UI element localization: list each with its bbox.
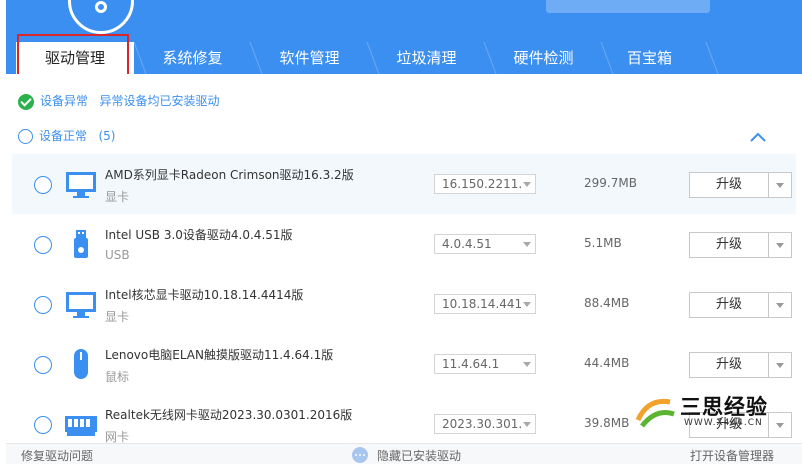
tab-system-repair[interactable]: 系统修复 xyxy=(134,42,251,74)
watermark: 三思经验 WWW.X444.CN xyxy=(634,388,784,436)
version-select[interactable]: 11.4.64.1 xyxy=(434,354,536,374)
driver-name: Intel核芯显卡驱动10.18.14.4414版 xyxy=(105,288,304,302)
chevron-down-icon xyxy=(523,362,531,367)
network-card-icon xyxy=(65,416,97,436)
row-radio[interactable] xyxy=(34,416,52,434)
chevron-down-icon[interactable] xyxy=(776,363,784,368)
chevron-down-icon xyxy=(523,302,531,307)
driver-row: Lenovo电脑ELAN触摸版驱动11.4.64.1版 鼠标 11.4.64.1… xyxy=(12,334,796,394)
normal-label: 设备正常 xyxy=(39,129,88,143)
fix-driver-link[interactable]: 修复驱动问题 xyxy=(21,447,93,464)
footer-bar: 修复驱动问题 隐藏已安装驱动 打开设备管理器 xyxy=(6,443,802,464)
more-icon[interactable] xyxy=(352,447,368,463)
row-radio[interactable] xyxy=(34,176,52,194)
version-value: 11.4.64.1 xyxy=(442,357,500,371)
open-device-manager-link[interactable]: 打开设备管理器 xyxy=(690,447,774,464)
driver-name: Intel USB 3.0设备驱动4.0.4.51版 xyxy=(105,228,293,242)
chevron-down-icon xyxy=(523,182,531,187)
driver-size: 44.4MB xyxy=(584,356,630,370)
driver-name: Realtek无线网卡驱动2023.30.0301.2016版 xyxy=(105,408,353,422)
chevron-down-icon[interactable] xyxy=(776,243,784,248)
upgrade-label: 升级 xyxy=(715,297,742,312)
monitor-icon xyxy=(66,172,96,198)
select-all-radio[interactable] xyxy=(18,129,33,144)
driver-size: 299.7MB xyxy=(584,176,637,190)
watermark-text: 三思经验 xyxy=(680,395,768,419)
upgrade-label: 升级 xyxy=(715,177,742,192)
device-type: 显卡 xyxy=(105,190,130,204)
upgrade-button[interactable]: 升级 xyxy=(689,232,792,258)
chevron-down-icon[interactable] xyxy=(776,303,784,308)
abnormal-message: 异常设备均已安装驱动 xyxy=(99,94,220,108)
watermark-subtext: WWW.X444.CN xyxy=(684,418,763,428)
abnormal-label: 设备异常 xyxy=(40,94,89,108)
device-type: 网卡 xyxy=(105,430,130,443)
upgrade-label: 升级 xyxy=(715,237,742,252)
version-value: 4.0.4.51 xyxy=(442,237,492,251)
usb-icon xyxy=(74,230,88,258)
row-radio[interactable] xyxy=(34,296,52,314)
abnormal-section: 设备异常 异常设备均已安装驱动 xyxy=(18,91,219,111)
chevron-down-icon xyxy=(523,422,531,427)
hide-installed-link[interactable]: 隐藏已安装驱动 xyxy=(377,447,461,464)
driver-row: Intel核芯显卡驱动10.18.14.4414版 显卡 10.18.14.44… xyxy=(12,274,796,334)
driver-size: 39.8MB xyxy=(584,416,630,430)
upgrade-button[interactable]: 升级 xyxy=(689,292,792,318)
mouse-icon xyxy=(74,349,88,379)
driver-name: Lenovo电脑ELAN触摸版驱动11.4.64.1版 xyxy=(105,348,334,362)
device-type: 显卡 xyxy=(105,310,130,324)
version-value: 10.18.14.441 xyxy=(442,297,523,311)
check-icon xyxy=(18,93,34,110)
tab-junk-cleanup[interactable]: 垃圾清理 xyxy=(368,42,485,74)
chevron-down-icon xyxy=(523,242,531,247)
device-type: USB xyxy=(105,248,130,262)
tab-hardware-detection[interactable]: 硬件检测 xyxy=(485,42,602,74)
version-select[interactable]: 16.150.2211. xyxy=(434,174,536,194)
upgrade-button[interactable]: 升级 xyxy=(689,352,792,378)
version-value: 2023.30.301. xyxy=(442,417,523,431)
upgrade-label: 升级 xyxy=(715,357,742,372)
normal-count: (5) xyxy=(98,129,116,143)
row-radio[interactable] xyxy=(34,236,52,254)
watermark-logo xyxy=(635,398,675,428)
driver-row: AMD系列显卡Radeon Crimson驱动16.3.2版 显卡 16.150… xyxy=(12,154,796,214)
top-action-button[interactable] xyxy=(546,0,710,13)
monitor-icon xyxy=(66,292,96,318)
device-type: 鼠标 xyxy=(105,370,130,384)
driver-name: AMD系列显卡Radeon Crimson驱动16.3.2版 xyxy=(105,168,354,182)
version-value: 16.150.2211. xyxy=(442,177,523,191)
version-select[interactable]: 10.18.14.441 xyxy=(434,294,536,314)
version-select[interactable]: 4.0.4.51 xyxy=(434,234,536,254)
tab-toolbox[interactable]: 百宝箱 xyxy=(602,42,697,74)
row-radio[interactable] xyxy=(34,356,52,374)
driver-size: 5.1MB xyxy=(584,236,622,250)
chevron-down-icon[interactable] xyxy=(776,183,784,188)
upgrade-button[interactable]: 升级 xyxy=(689,172,792,198)
driver-size: 88.4MB xyxy=(584,296,630,310)
version-select[interactable]: 2023.30.301. xyxy=(434,414,536,434)
chevron-up-icon[interactable] xyxy=(750,132,766,142)
normal-section[interactable]: 设备正常 (5) xyxy=(18,126,115,146)
tab-software-management[interactable]: 软件管理 xyxy=(251,42,368,74)
app-logo xyxy=(68,0,134,34)
driver-row: Intel USB 3.0设备驱动4.0.4.51版 USB 4.0.4.51 … xyxy=(12,214,796,274)
